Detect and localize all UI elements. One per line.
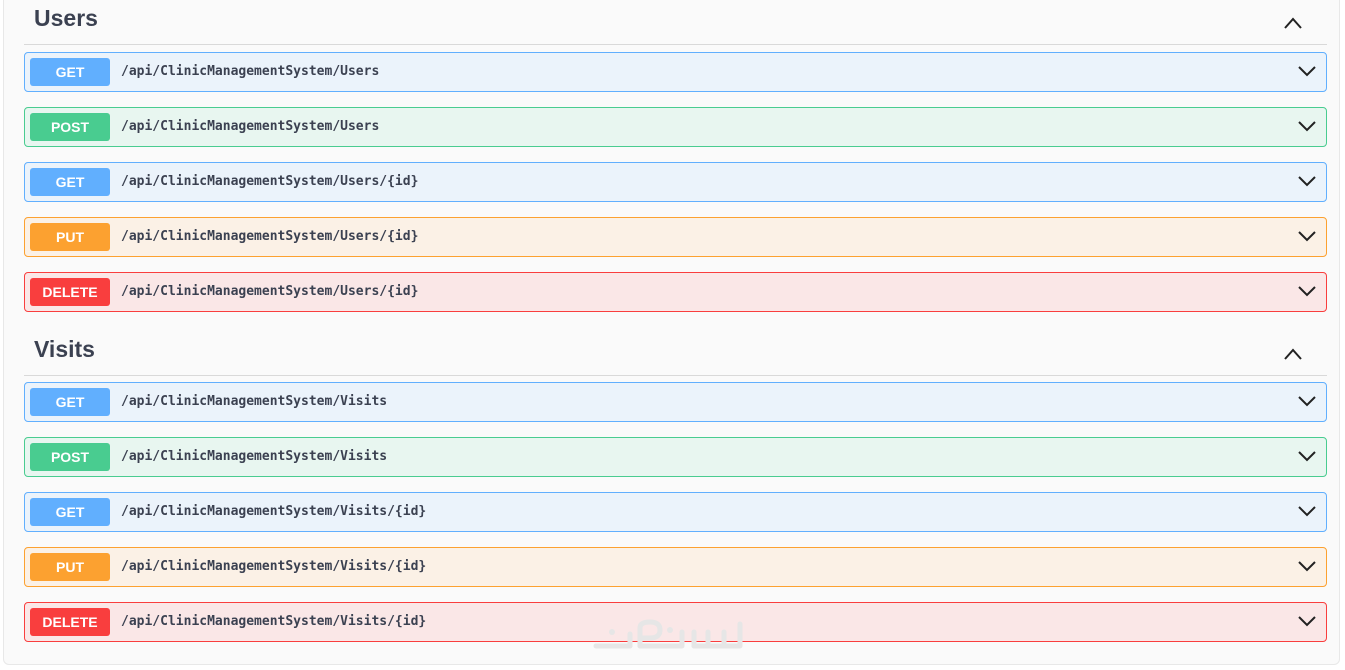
operation-visits-get-by-id[interactable]: GET /api/ClinicManagementSystem/Visits/{…	[24, 492, 1327, 532]
operation-path: /api/ClinicManagementSystem/Visits	[121, 449, 388, 464]
section-title: Users	[34, 5, 98, 31]
operation-path: /api/ClinicManagementSystem/Visits/{id}	[121, 504, 427, 519]
operation-users-get-by-id[interactable]: GET /api/ClinicManagementSystem/Users/{i…	[24, 162, 1327, 202]
chevron-up-icon[interactable]	[1283, 16, 1303, 30]
section-title: Visits	[34, 336, 95, 362]
operation-visits-post[interactable]: POST /api/ClinicManagementSystem/Visits	[24, 437, 1327, 477]
chevron-down-icon[interactable]	[1298, 285, 1316, 297]
operation-users-get-all[interactable]: GET /api/ClinicManagementSystem/Users	[24, 52, 1327, 92]
chevron-down-icon[interactable]	[1298, 175, 1316, 187]
chevron-up-icon[interactable]	[1283, 347, 1303, 361]
operation-users-post[interactable]: POST /api/ClinicManagementSystem/Users	[24, 107, 1327, 147]
method-badge: GET	[30, 168, 110, 196]
operation-path: /api/ClinicManagementSystem/Visits/{id}	[121, 559, 427, 574]
method-badge: GET	[30, 58, 110, 86]
operation-users-put[interactable]: PUT /api/ClinicManagementSystem/Users/{i…	[24, 217, 1327, 257]
method-badge: DELETE	[30, 278, 110, 306]
khamsat-logo-icon	[593, 619, 743, 649]
chevron-down-icon[interactable]	[1298, 65, 1316, 77]
method-badge: DELETE	[30, 608, 110, 636]
method-badge: GET	[30, 498, 110, 526]
operation-path: /api/ClinicManagementSystem/Visits/{id}	[121, 614, 427, 629]
chevron-down-icon[interactable]	[1298, 230, 1316, 242]
operation-users-delete[interactable]: DELETE /api/ClinicManagementSystem/Users…	[24, 272, 1327, 312]
chevron-down-icon[interactable]	[1298, 615, 1316, 627]
section-header-users[interactable]: Users	[24, 0, 1327, 45]
method-badge: GET	[30, 388, 110, 416]
method-badge: PUT	[30, 553, 110, 581]
operation-visits-put[interactable]: PUT /api/ClinicManagementSystem/Visits/{…	[24, 547, 1327, 587]
chevron-down-icon[interactable]	[1298, 560, 1316, 572]
chevron-down-icon[interactable]	[1298, 450, 1316, 462]
operation-path: /api/ClinicManagementSystem/Visits	[121, 394, 388, 409]
section-header-visits[interactable]: Visits	[24, 331, 1327, 376]
operation-path: /api/ClinicManagementSystem/Users/{id}	[121, 229, 419, 244]
method-badge: POST	[30, 443, 110, 471]
operation-path: /api/ClinicManagementSystem/Users/{id}	[121, 174, 419, 189]
method-badge: POST	[30, 113, 110, 141]
method-badge: PUT	[30, 223, 110, 251]
operation-visits-get-all[interactable]: GET /api/ClinicManagementSystem/Visits	[24, 382, 1327, 422]
api-docs-page: Users GET /api/ClinicManagementSystem/Us…	[0, 0, 1345, 670]
operation-path: /api/ClinicManagementSystem/Users	[121, 119, 380, 134]
operation-path: /api/ClinicManagementSystem/Users	[121, 64, 380, 79]
chevron-down-icon[interactable]	[1298, 120, 1316, 132]
operation-path: /api/ClinicManagementSystem/Users/{id}	[121, 284, 419, 299]
chevron-down-icon[interactable]	[1298, 505, 1316, 517]
chevron-down-icon[interactable]	[1298, 395, 1316, 407]
